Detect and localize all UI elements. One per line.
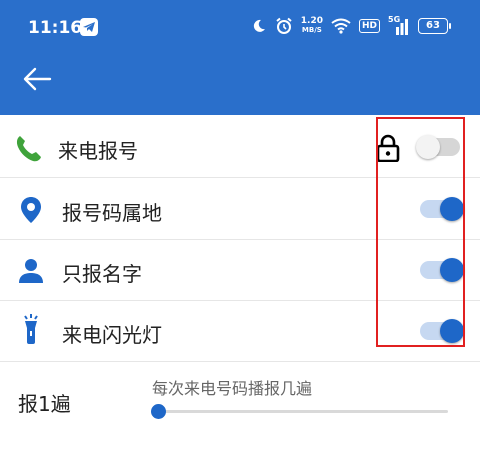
battery-indicator: 63	[418, 18, 451, 34]
number-location-toggle[interactable]	[420, 197, 468, 221]
net-speed: 1.20 MB/S	[301, 17, 323, 35]
slider-thumb[interactable]	[150, 404, 166, 419]
repeat-hint: 每次来电号码播报几遍	[152, 379, 313, 398]
name-only-toggle[interactable]	[420, 258, 468, 282]
setting-label: 来电报号	[58, 139, 138, 163]
wifi-icon	[331, 18, 351, 34]
setting-row-flash-alert[interactable]: 来电闪光灯	[0, 301, 480, 362]
setting-row-name-only[interactable]: 只报名字	[0, 240, 480, 301]
toggle-knob	[440, 258, 464, 282]
telegram-icon	[80, 18, 98, 36]
status-bar: 11:16 1.20 MB/S HD 5G 63	[0, 0, 480, 56]
toggle-knob	[440, 197, 464, 221]
app-bar: 11:16 1.20 MB/S HD 5G 63	[0, 0, 480, 115]
flashlight-icon	[24, 314, 38, 344]
setting-label: 来电闪光灯	[62, 323, 162, 347]
setting-row-number-location[interactable]: 报号码属地	[0, 179, 480, 240]
repeat-count-slider[interactable]	[150, 401, 448, 423]
status-time: 11:16	[28, 18, 83, 38]
setting-row-call-announce[interactable]: 来电报号	[0, 117, 480, 178]
toggle-knob	[416, 135, 440, 159]
person-icon	[19, 259, 43, 283]
location-pin-icon	[21, 197, 41, 223]
back-arrow-icon[interactable]	[22, 66, 52, 92]
lock-icon	[376, 134, 400, 162]
flash-alert-toggle[interactable]	[420, 319, 468, 343]
toggle-knob	[440, 319, 464, 343]
signal-icon: 5G	[388, 15, 410, 35]
phone-icon	[16, 136, 41, 162]
moon-icon	[253, 19, 265, 32]
net-speed-value: 1.20	[300, 16, 323, 26]
repeat-count-label: 报1遍	[18, 392, 71, 416]
setting-label: 报号码属地	[62, 201, 162, 225]
slider-rail	[158, 410, 448, 413]
hd-badge: HD	[358, 19, 380, 33]
signal-label: 5G	[388, 15, 401, 24]
alarm-icon	[276, 17, 292, 34]
call-announce-toggle[interactable]	[416, 135, 468, 159]
setting-label: 只报名字	[62, 262, 142, 286]
status-icons: 1.20 MB/S HD 5G 63	[251, 14, 451, 38]
net-speed-unit: MB/S	[301, 26, 322, 34]
